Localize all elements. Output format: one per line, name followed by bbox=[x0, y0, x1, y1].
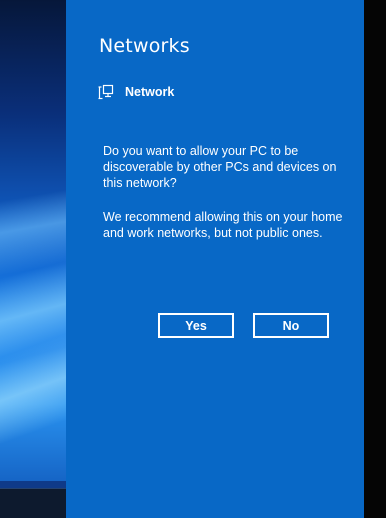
discoverable-question: Do you want to allow your PC to be disco… bbox=[103, 144, 337, 190]
screen: Networks Network Do you want to allow yo… bbox=[0, 0, 386, 518]
taskbar-edge bbox=[0, 481, 66, 488]
networks-flyout: Networks Network Do you want to allow yo… bbox=[66, 0, 364, 518]
recommendation-text: We recommend allowing this on your home … bbox=[103, 210, 343, 240]
network-entry: Network bbox=[98, 84, 174, 100]
network-name: Network bbox=[125, 85, 175, 99]
network-pc-icon bbox=[98, 84, 114, 100]
desktop-wallpaper bbox=[0, 0, 66, 518]
taskbar bbox=[0, 481, 66, 518]
screen-edge bbox=[364, 0, 386, 518]
yes-button[interactable]: Yes bbox=[158, 313, 234, 338]
flyout-title: Networks bbox=[99, 35, 190, 57]
no-button[interactable]: No bbox=[253, 313, 329, 338]
